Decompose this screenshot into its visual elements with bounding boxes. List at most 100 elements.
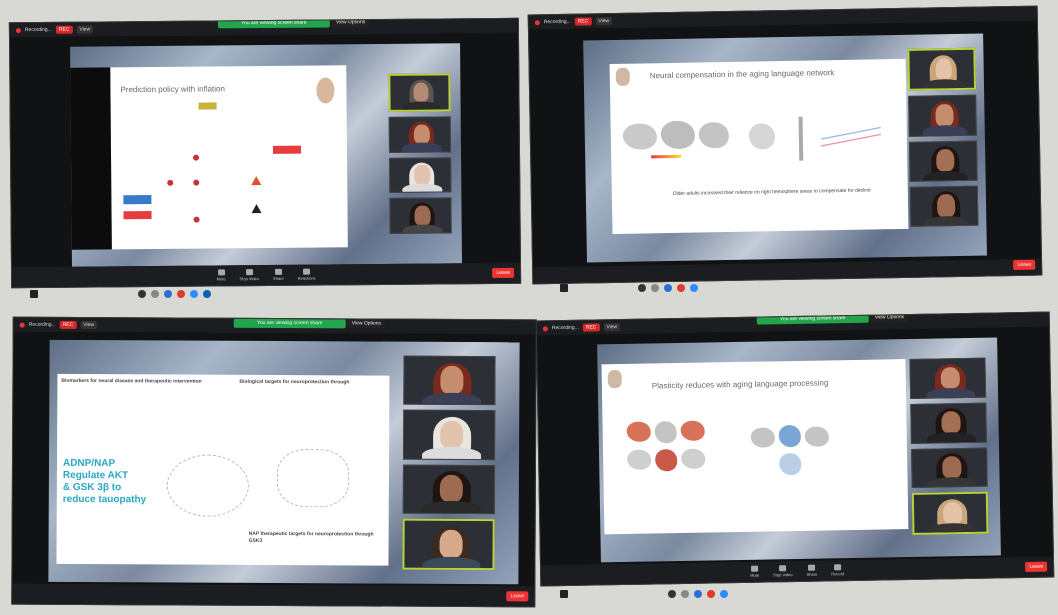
windows-start-icon[interactable] xyxy=(30,290,38,298)
recording-label: Recording... xyxy=(551,324,579,332)
edge-icon[interactable] xyxy=(664,284,672,292)
edge-icon[interactable] xyxy=(694,590,702,598)
mute-button[interactable]: Mute xyxy=(217,269,226,281)
participant-tile[interactable] xyxy=(403,355,496,406)
reactions-button[interactable]: Reactions xyxy=(298,268,316,281)
leave-button[interactable]: Leave xyxy=(506,591,529,602)
windows-start-icon[interactable] xyxy=(560,590,568,598)
recording-label: Recording... xyxy=(28,321,56,328)
molecule-diagram xyxy=(276,449,350,508)
outlook-icon[interactable] xyxy=(203,290,211,298)
participant-tile[interactable] xyxy=(388,116,451,153)
share-button[interactable]: Share xyxy=(806,564,817,577)
presentation-slide: Prediction policy with inflation xyxy=(110,65,348,250)
view-options-button[interactable]: View Options xyxy=(331,18,370,28)
view-options-button[interactable]: View Options xyxy=(347,319,386,329)
view-button[interactable]: View xyxy=(76,25,94,34)
red-triangle xyxy=(251,176,262,186)
zoom-icon[interactable] xyxy=(690,284,698,292)
slide-box-blue xyxy=(123,194,152,205)
zoom-icon[interactable] xyxy=(638,284,646,292)
browser-icon[interactable] xyxy=(651,284,659,292)
bar-plot xyxy=(798,116,804,161)
rec-badge[interactable]: REC xyxy=(59,320,77,329)
leave-button[interactable]: Leave xyxy=(492,267,515,279)
chrome-icon[interactable] xyxy=(707,590,715,598)
brain-image xyxy=(804,426,829,447)
participant-tile[interactable] xyxy=(909,185,979,227)
graph-node xyxy=(193,216,200,223)
camera-icon xyxy=(779,565,787,572)
line-plot xyxy=(820,123,882,149)
presentation-slide: Neural compensation in the aging languag… xyxy=(609,58,909,235)
chrome-icon[interactable] xyxy=(677,284,685,292)
mute-button[interactable]: Mute xyxy=(750,565,759,578)
participant-tile[interactable] xyxy=(389,197,452,234)
taskbar-4 xyxy=(560,588,1040,600)
brain-image xyxy=(660,120,696,150)
leave-button[interactable]: Leave xyxy=(1025,561,1048,572)
brain-image xyxy=(750,427,775,448)
participant-tile[interactable] xyxy=(402,518,495,571)
recording-label: Recording... xyxy=(543,18,571,26)
participant-tile[interactable] xyxy=(911,491,989,535)
slide-big-text-line: reduce tauopathy xyxy=(62,493,147,506)
participant-tile[interactable] xyxy=(389,156,452,194)
share-button[interactable]: Share xyxy=(273,268,284,281)
recording-label: Recording... xyxy=(24,26,52,34)
share-banner: You are viewing screen share xyxy=(233,318,346,329)
taskbar-1 xyxy=(30,288,510,300)
view-button[interactable]: View xyxy=(80,320,98,330)
rec-badge[interactable]: REC xyxy=(582,323,600,332)
participant-gallery xyxy=(907,47,979,227)
view-button[interactable]: View xyxy=(595,16,613,26)
rec-badge[interactable]: REC xyxy=(55,25,73,34)
windows-start-icon[interactable] xyxy=(560,284,568,292)
participant-tile[interactable] xyxy=(909,357,987,399)
zoom-icon[interactable] xyxy=(138,290,146,298)
slide-box-red xyxy=(272,145,302,154)
participant-gallery xyxy=(388,73,452,234)
zoom-icon[interactable] xyxy=(190,290,198,298)
screenshot-3: Recording... REC View You are viewing sc… xyxy=(11,316,537,608)
participant-tile[interactable] xyxy=(908,94,977,137)
view-options-button[interactable]: View Options xyxy=(870,313,909,323)
leave-button[interactable]: Leave xyxy=(1013,259,1036,271)
zoom-icon[interactable] xyxy=(668,590,676,598)
participant-tile[interactable] xyxy=(403,409,496,460)
participant-tile[interactable] xyxy=(907,47,977,92)
video-button[interactable]: Stop Video xyxy=(773,565,793,577)
slide-box-yellow xyxy=(198,102,217,110)
edge-icon[interactable] xyxy=(164,290,172,298)
rec-badge[interactable]: REC xyxy=(574,17,592,26)
slide-big-text-line: ADNP/NAP xyxy=(62,457,116,470)
brain-image xyxy=(779,452,802,476)
participant-tile[interactable] xyxy=(910,402,987,444)
participant-tile[interactable] xyxy=(911,447,988,489)
browser-icon[interactable] xyxy=(681,590,689,598)
share-icon xyxy=(274,268,282,275)
slide-caption: Older adults increased their reliance on… xyxy=(672,187,871,197)
meeting-toolbar xyxy=(533,258,1042,284)
participant-tile[interactable] xyxy=(388,73,451,112)
participant-tile[interactable] xyxy=(908,140,978,182)
pathway-diagram xyxy=(166,454,250,517)
slide-big-text: ADNP/NAP Regulate AKT & GSK 3β to reduce… xyxy=(63,458,147,506)
zoom-icon[interactable] xyxy=(720,590,728,598)
screenshot-1: Recording... REC View You are viewing sc… xyxy=(8,17,522,289)
browser-icon[interactable] xyxy=(151,290,159,298)
slide-heading-left: Biomarkers for neural disease and therap… xyxy=(61,377,202,385)
brain-image xyxy=(680,448,706,469)
screenshot-4: Recording... REC View You are viewing sc… xyxy=(535,311,1055,587)
slide-big-text-line: & GSK 3β to xyxy=(62,481,122,494)
taskbar-2 xyxy=(560,282,1020,294)
participant-tile[interactable] xyxy=(402,464,495,514)
slide-heading-right: Biological targets for neuroprotection t… xyxy=(239,378,350,386)
chrome-icon[interactable] xyxy=(177,290,185,298)
record-button[interactable]: Record xyxy=(831,564,844,576)
color-scale xyxy=(651,154,682,159)
black-slide-margin xyxy=(70,67,112,250)
video-button[interactable]: Stop Video xyxy=(239,269,259,281)
graph-node xyxy=(167,179,174,186)
view-button[interactable]: View xyxy=(603,323,621,332)
